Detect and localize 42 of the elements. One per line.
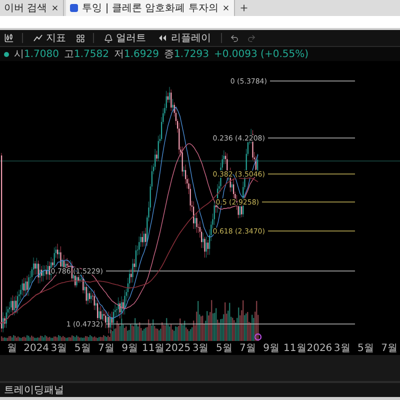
ring-icon[interactable] [254, 333, 262, 341]
ohlc-value: 저 1.6929 [114, 48, 159, 61]
undo-icon[interactable] [230, 34, 239, 42]
time-axis-label: 3월 [191, 342, 210, 355]
tab-title: 이버 검색 [4, 2, 48, 15]
time-axis-label: 5월 [73, 342, 92, 355]
price-change: +0.0093 (+0.55%) [214, 48, 308, 60]
replay-button[interactable]: 리플레이 [156, 31, 213, 45]
time-axis-label: 월 [6, 342, 18, 355]
alert-button[interactable]: 얼러트 [102, 31, 148, 45]
time-axis-label: 9월 [262, 342, 281, 355]
redo-icon[interactable] [247, 34, 256, 42]
indicators-button[interactable]: 지표 [31, 31, 68, 45]
time-axis-label: 3월 [50, 342, 68, 355]
candlestick-icon[interactable] [4, 33, 14, 43]
line-chart-icon [33, 33, 43, 43]
time-axis-label: 9월 [120, 342, 139, 355]
browser-tab[interactable]: 투잉 | 클레론 암호화폐 투자의 [66, 0, 236, 16]
bell-icon [104, 34, 113, 42]
time-axis-label: 2024 [24, 342, 48, 354]
plus-icon [239, 3, 250, 13]
site-icon [70, 4, 78, 12]
tab-title: 투잉 | 클레론 암호화폐 투자의 [82, 2, 218, 15]
time-axis-label: 3월 [332, 342, 352, 355]
time-axis-label: 2026 [306, 342, 330, 354]
time-axis-label: 11월 [142, 342, 166, 355]
grid-icon[interactable] [76, 34, 85, 42]
status-dot [4, 52, 9, 56]
ohlc-value: 시 1.7080 [14, 48, 59, 61]
panel-title: 트레이딩패널 [4, 384, 64, 397]
time-axis-label: 7월 [96, 342, 116, 355]
time-axis-label: 5월 [214, 342, 234, 355]
ohlc-value: 종1.7293 [164, 48, 209, 61]
close-icon[interactable] [222, 4, 230, 12]
time-axis-label: 11월 [283, 342, 307, 355]
time-axis-label: 2025 [165, 342, 189, 354]
time-axis-label: 7월 [238, 342, 257, 355]
time-axis-label: 7월 [380, 342, 398, 355]
time-axis-label: 5월 [356, 342, 375, 355]
close-icon[interactable] [51, 4, 60, 12]
rewind-icon [158, 34, 168, 42]
ohlc-value: 고1.7582 [64, 48, 109, 61]
